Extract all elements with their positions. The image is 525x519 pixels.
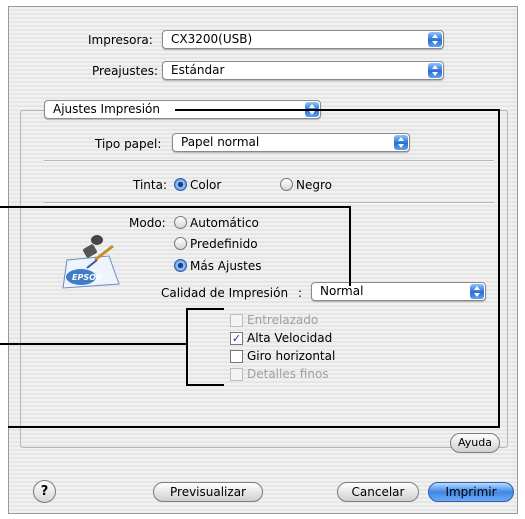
separator <box>44 160 494 162</box>
flip-horizontal-checkbox[interactable] <box>230 350 243 363</box>
ink-color-label: Color <box>190 178 222 192</box>
quality-popup[interactable]: Normal <box>311 282 486 301</box>
interlaced-checkbox[interactable] <box>230 314 243 327</box>
callout-line <box>349 206 351 286</box>
print-button[interactable]: Imprimir <box>428 482 514 502</box>
finest-detail-label: Detalles finos <box>247 367 329 381</box>
popup-arrows-icon <box>394 135 408 150</box>
mode-automatic-radio[interactable] <box>174 216 187 229</box>
popup-arrows-icon <box>428 32 442 47</box>
callout-line <box>498 109 500 427</box>
mode-advanced-label: Más Ajustes <box>190 259 262 273</box>
callout-line <box>0 343 188 345</box>
ink-black-label: Negro <box>296 178 332 192</box>
paper-type-value: Papel normal <box>181 135 260 149</box>
ink-label: Tinta: <box>133 178 168 192</box>
callout-line <box>8 426 500 428</box>
quality-value: Normal <box>320 284 364 298</box>
preview-button[interactable]: Previsualizar <box>153 482 263 502</box>
presets-value: Estándar <box>171 63 225 77</box>
mode-predefined-label: Predefinido <box>190 237 258 251</box>
high-speed-label: Alta Velocidad <box>247 331 333 345</box>
flip-horizontal-label: Giro horizontal <box>247 349 336 363</box>
popup-arrows-icon <box>470 284 484 299</box>
cancel-button[interactable]: Cancelar <box>337 482 419 502</box>
callout-line <box>0 206 351 208</box>
callout-line <box>175 109 499 111</box>
callout-line <box>186 308 224 310</box>
mode-advanced-radio[interactable] <box>174 259 187 272</box>
mode-automatic-label: Automático <box>190 216 259 230</box>
mode-predefined-radio[interactable] <box>174 237 187 250</box>
high-speed-checkbox[interactable]: ✓ <box>230 332 243 345</box>
printer-label: Impresora: <box>88 33 153 47</box>
finest-detail-checkbox[interactable] <box>230 368 243 381</box>
interlaced-label: Entrelazado <box>247 313 319 327</box>
presets-popup[interactable]: Estándar <box>162 61 444 80</box>
paper-type-label: Tipo papel: <box>95 137 162 151</box>
epson-text: EPSON <box>72 273 103 282</box>
ink-color-radio[interactable] <box>174 178 187 191</box>
popup-arrows-icon <box>428 63 442 78</box>
help-question-icon[interactable]: ? <box>33 480 56 503</box>
callout-line <box>186 308 188 386</box>
paper-type-popup[interactable]: Papel normal <box>172 133 410 152</box>
quality-separator: : <box>298 286 303 300</box>
quality-label: Calidad de Impresión <box>161 286 289 300</box>
printer-value: CX3200(USB) <box>171 32 253 46</box>
separator <box>44 202 494 204</box>
presets-label: Preajustes: <box>92 64 159 78</box>
printer-popup[interactable]: CX3200(USB) <box>162 30 444 49</box>
epson-brush-icon: EPSON <box>57 232 127 294</box>
help-button[interactable]: Ayuda <box>450 433 500 453</box>
panel-selector-value: Ajustes Impresión <box>53 102 160 116</box>
ink-black-radio[interactable] <box>280 178 293 191</box>
callout-line <box>186 384 224 386</box>
mode-label: Modo: <box>129 216 166 230</box>
